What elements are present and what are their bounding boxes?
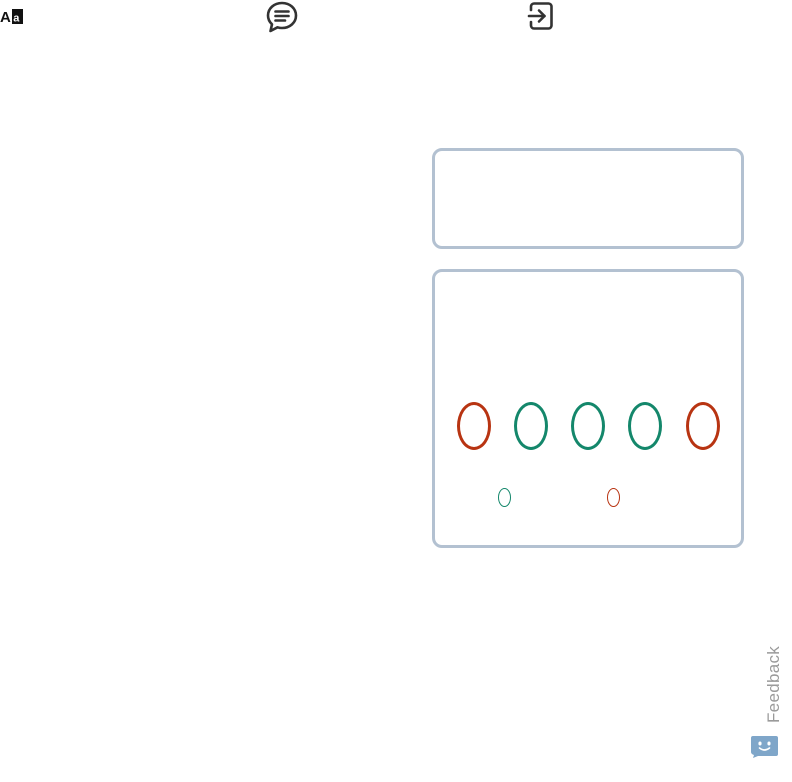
svg-text:A: A xyxy=(0,9,11,26)
large-circle-1[interactable] xyxy=(457,402,491,450)
large-circle-2[interactable] xyxy=(514,402,548,450)
robot-face-icon xyxy=(750,734,778,758)
feedback-label: Feedback xyxy=(764,645,783,723)
page: A a Feedback xyxy=(0,0,792,782)
large-circle-3[interactable] xyxy=(571,402,605,450)
chat-icon[interactable] xyxy=(265,0,299,34)
small-circle-2[interactable] xyxy=(607,488,620,507)
main-panel xyxy=(432,269,744,548)
feedback-tab[interactable]: Feedback xyxy=(748,600,784,760)
top-panel xyxy=(432,148,744,249)
large-circle-4[interactable] xyxy=(628,402,662,450)
svg-text:a: a xyxy=(13,13,20,25)
translate-icon[interactable]: A a xyxy=(0,6,24,26)
large-circle-5[interactable] xyxy=(686,402,720,450)
small-circle-1[interactable] xyxy=(498,488,511,507)
login-icon[interactable] xyxy=(525,0,557,32)
